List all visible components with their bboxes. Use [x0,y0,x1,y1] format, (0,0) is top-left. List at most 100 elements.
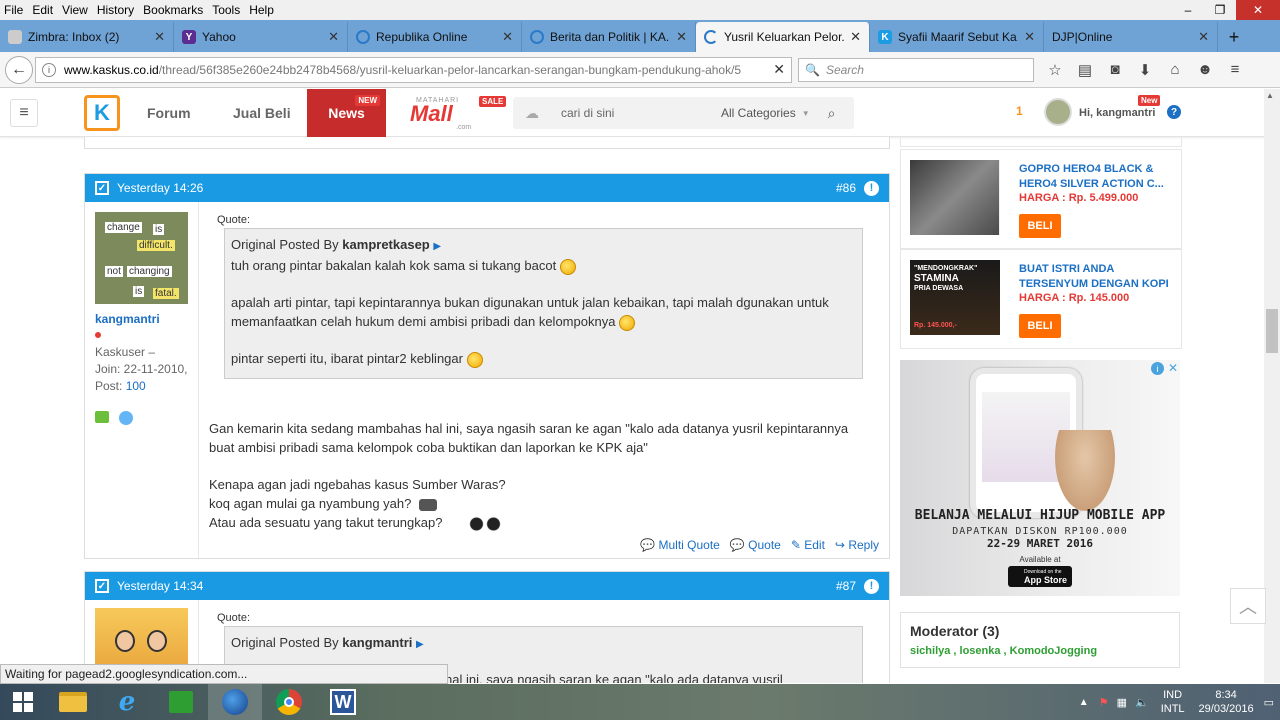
post-number[interactable]: #87 [836,579,856,593]
ad-info-icon[interactable]: i [1151,362,1164,375]
news-button[interactable]: News NEW [307,89,386,137]
product-card[interactable]: "MENDONGKRAK" STAMINA PRIA DEWASA Rp. 14… [900,249,1182,349]
product-image[interactable] [910,160,1000,235]
quoted-user[interactable]: kampretkasep [342,237,429,252]
site-search-input[interactable]: cari di sini [561,106,711,120]
quote-button[interactable]: 💬 Quote [730,538,781,552]
site-search-bar[interactable]: ☁ cari di sini All Categories ▼ ⌕ [513,97,854,129]
badge-icon[interactable] [95,411,109,423]
tab-berita[interactable]: Berita dan Politik | KA... ✕ [522,22,696,52]
flag-icon[interactable]: ⚑ [1099,696,1109,709]
ad-close-icon[interactable]: ✕ [1168,361,1178,375]
matahari-mall-logo[interactable]: MATAHARI Mall .com SALE [410,96,507,131]
menu-bookmarks[interactable]: Bookmarks [143,3,203,17]
product-title[interactable]: BUAT ISTRI ANDA TERSENYUM DENGAN KOPI [1019,262,1179,292]
checkbox-icon[interactable]: ✓ [95,181,109,195]
reading-list-icon[interactable]: ▤ [1070,61,1100,79]
post-count[interactable]: 100 [126,379,146,393]
user-greeting[interactable]: Hi, kangmantri [1079,107,1155,119]
network-icon[interactable]: ▦ [1117,696,1127,709]
menu-help[interactable]: Help [249,3,274,17]
language-indicator[interactable]: IND INTL [1161,688,1185,716]
menu-tools[interactable]: Tools [212,3,240,17]
quoted-user[interactable]: kangmantri [342,635,412,650]
report-icon[interactable]: ! [864,578,879,594]
report-icon[interactable]: ! [864,180,879,196]
notification-count[interactable]: 1 [1016,104,1023,118]
close-tab-icon[interactable]: ✕ [1024,29,1035,45]
firefox-icon[interactable] [208,684,262,720]
user-avatar[interactable]: change is difficult. not changing is fat… [95,212,188,304]
view-post-icon[interactable]: ▶ [433,241,441,252]
tab-republika[interactable]: Republika Online ✕ [348,22,522,52]
multi-quote-button[interactable]: 💬 Multi Quote [640,538,720,552]
search-icon[interactable]: ⌕ [828,105,836,122]
word-icon[interactable]: W [316,684,370,720]
smiley-badge-icon[interactable] [119,411,133,425]
back-button[interactable]: ← [5,55,33,84]
page-scrollbar[interactable]: ▲ [1264,89,1280,683]
app-store-button[interactable]: Download on the App Store [1008,566,1072,587]
chat-icon[interactable]: ☻ [1190,61,1220,78]
product-card[interactable]: GOPRO HERO4 BLACK & HERO4 SILVER ACTION … [900,149,1182,249]
checkbox-icon[interactable]: ✓ [95,579,109,593]
menu-view[interactable]: View [62,3,88,17]
username-link[interactable]: kangmantri [95,312,198,326]
menu-file[interactable]: File [4,3,23,17]
tab-syafii[interactable]: K Syafii Maarif Sebut Ka... ✕ [870,22,1044,52]
home-icon[interactable]: ⌂ [1160,61,1190,78]
scroll-up-icon[interactable]: ▲ [1266,91,1274,100]
tab-zimbra[interactable]: Zimbra: Inbox (2) ✕ [0,22,174,52]
download-icon[interactable]: ⬇ [1130,61,1160,79]
scrollbar-thumb[interactable] [1266,309,1278,353]
close-tab-icon[interactable]: ✕ [1198,29,1209,45]
pocket-icon[interactable]: ◙ [1100,61,1130,78]
menu-edit[interactable]: Edit [32,3,53,17]
chevron-up-icon[interactable]: ▲ [1079,697,1089,708]
file-explorer-icon[interactable] [46,684,100,720]
store-icon[interactable] [154,684,208,720]
close-tab-icon[interactable]: ✕ [154,29,165,45]
advertisement-banner[interactable]: i ✕ BELANJA MELALUI HIJUP MOBILE APP DAP… [900,360,1180,596]
tab-yusril[interactable]: Yusril Keluarkan Pelor... ✕ [696,22,870,52]
moderator-list[interactable]: sichilya , losenka , KomodoJogging [910,645,1179,657]
info-icon[interactable]: i [42,62,56,77]
notifications-icon[interactable]: ▭ [1264,696,1274,709]
kaskus-logo[interactable]: K [84,95,120,131]
view-post-icon[interactable]: ▶ [416,639,424,650]
internet-explorer-icon[interactable]: e [100,684,154,720]
url-bar[interactable]: i www.kaskus.co.id/thread/56f385e260e24b… [35,56,792,83]
new-tab-button[interactable]: + [1218,22,1250,52]
tab-yahoo[interactable]: Y Yahoo ✕ [174,22,348,52]
post-number[interactable]: #86 [836,181,856,195]
reply-button[interactable]: ↪ Reply [835,538,879,552]
clock[interactable]: 8:34 29/03/2016 [1199,688,1254,716]
tab-djp[interactable]: DJP|Online ✕ [1044,22,1218,52]
buy-button[interactable]: BELI [1019,314,1061,338]
avatar[interactable] [1044,98,1072,126]
minimize-button[interactable]: – [1172,0,1204,20]
edit-button[interactable]: ✎ Edit [791,538,825,552]
close-tab-icon[interactable]: ✕ [328,29,339,45]
hamburger-menu-button[interactable]: ≡ [10,99,38,127]
buy-button[interactable]: BELI [1019,214,1061,238]
category-select[interactable]: All Categories [721,106,796,120]
forum-link[interactable]: Forum [147,89,191,137]
menu-icon[interactable]: ≡ [1220,61,1250,78]
start-button[interactable] [0,684,46,720]
close-tab-icon[interactable]: ✕ [850,29,861,45]
chrome-icon[interactable] [262,684,316,720]
close-tab-icon[interactable]: ✕ [676,29,687,45]
back-to-top-button[interactable]: ︿ [1230,588,1266,624]
menu-history[interactable]: History [97,3,134,17]
help-icon[interactable]: ? [1167,105,1181,119]
jual-beli-link[interactable]: Jual Beli [233,89,291,137]
product-title[interactable]: GOPRO HERO4 BLACK & HERO4 SILVER ACTION … [1019,162,1179,192]
bookmark-star-icon[interactable]: ☆ [1040,61,1070,79]
stop-icon[interactable]: ✕ [773,61,785,78]
product-image[interactable]: "MENDONGKRAK" STAMINA PRIA DEWASA Rp. 14… [910,260,1000,335]
close-tab-icon[interactable]: ✕ [502,29,513,45]
restore-button[interactable]: ❐ [1204,0,1236,20]
browser-search-input[interactable]: 🔍 Search [798,57,1034,82]
close-window-button[interactable]: ✕ [1236,0,1280,20]
